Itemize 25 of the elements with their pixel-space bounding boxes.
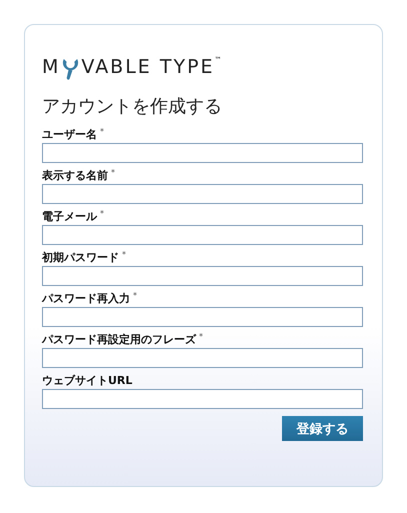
required-mark: * bbox=[111, 168, 115, 178]
input-field[interactable] bbox=[42, 307, 363, 327]
field-label: 電子メール bbox=[42, 209, 97, 224]
input-field[interactable] bbox=[42, 143, 363, 163]
input-field[interactable] bbox=[42, 225, 363, 245]
required-mark: * bbox=[133, 291, 137, 301]
field-label: 表示する名前 bbox=[42, 168, 108, 183]
field-label: 初期パスワード bbox=[42, 250, 119, 265]
logo-text: VABLE TYPE bbox=[81, 58, 215, 76]
input-field[interactable] bbox=[42, 348, 363, 368]
submit-button[interactable]: 登録する bbox=[282, 416, 363, 441]
required-mark: * bbox=[122, 250, 126, 260]
field-label: パスワード再入力 bbox=[42, 291, 130, 306]
page-title: アカウントを作成する bbox=[42, 96, 223, 118]
logo-text: M bbox=[42, 58, 60, 76]
required-mark: * bbox=[100, 209, 104, 219]
input-field[interactable] bbox=[42, 389, 363, 409]
required-mark: * bbox=[100, 127, 104, 137]
field-label: ユーザー名 bbox=[42, 127, 97, 142]
input-field[interactable] bbox=[42, 184, 363, 204]
wrench-icon bbox=[61, 57, 80, 82]
input-field[interactable] bbox=[42, 266, 363, 286]
required-mark: * bbox=[199, 332, 203, 342]
field-label: パスワード再設定用のフレーズ bbox=[42, 332, 196, 347]
field-label: ウェブサイトURL bbox=[42, 373, 132, 388]
